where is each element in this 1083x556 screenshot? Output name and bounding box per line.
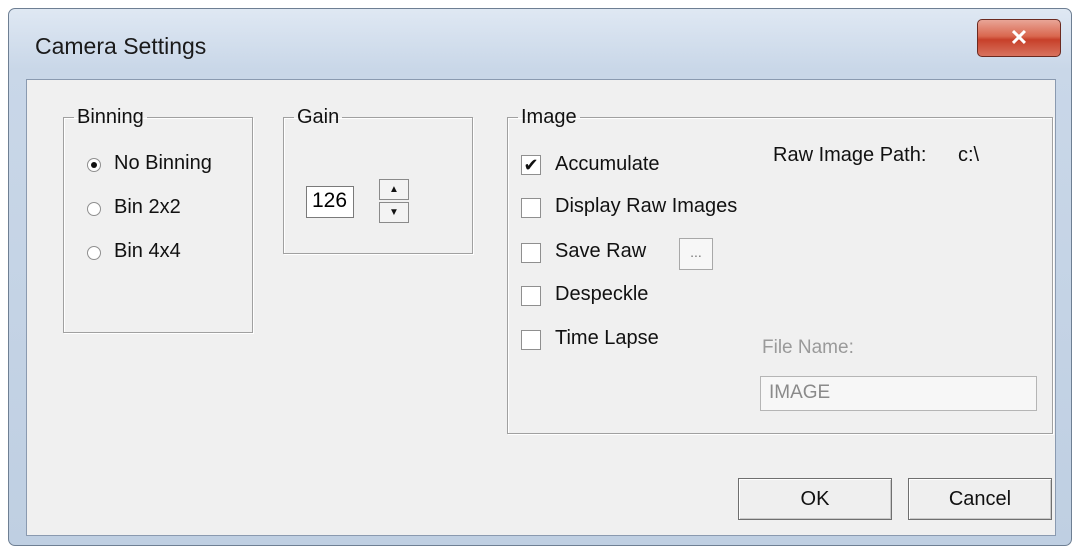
- gain-input[interactable]: 126: [306, 186, 354, 218]
- image-legend: Image: [521, 106, 577, 128]
- title-bar[interactable]: Camera Settings ✕: [9, 9, 1071, 79]
- close-button[interactable]: ✕: [977, 19, 1061, 57]
- raw-image-path-label: Raw Image Path:: [773, 144, 927, 166]
- dialog-client-area: Binning No Binning Bin 2x2 Bin 4x4 Gain …: [26, 79, 1056, 536]
- window-title: Camera Settings: [35, 33, 207, 59]
- radio-no-binning[interactable]: [87, 158, 101, 172]
- display-raw-images-label[interactable]: Display Raw Images: [555, 195, 737, 218]
- gain-group: Gain: [283, 106, 473, 254]
- time-lapse-checkbox[interactable]: [521, 330, 541, 350]
- radio-selected-dot: [91, 162, 97, 168]
- despeckle-label[interactable]: Despeckle: [555, 283, 648, 306]
- arrow-up-icon: ▲: [389, 184, 399, 195]
- close-icon: ✕: [1009, 25, 1029, 50]
- check-mark-icon: ✔: [523, 155, 539, 175]
- binning-group: Binning: [63, 106, 253, 333]
- arrow-down-icon: ▼: [389, 207, 399, 218]
- radio-label-no-binning[interactable]: No Binning: [114, 152, 212, 175]
- cancel-button[interactable]: Cancel: [908, 478, 1052, 520]
- file-name-input[interactable]: IMAGE: [760, 376, 1037, 411]
- accumulate-checkbox[interactable]: ✔: [521, 155, 541, 175]
- gain-increase-button[interactable]: ▲: [379, 179, 409, 200]
- radio-label-bin-2x2[interactable]: Bin 2x2: [114, 196, 181, 219]
- browse-button[interactable]: ...: [679, 238, 713, 270]
- gain-legend: Gain: [297, 106, 340, 128]
- ok-button[interactable]: OK: [738, 478, 892, 520]
- time-lapse-label[interactable]: Time Lapse: [555, 327, 659, 350]
- radio-bin-4x4[interactable]: [87, 246, 101, 260]
- gain-decrease-button[interactable]: ▼: [379, 202, 409, 223]
- file-name-label: File Name:: [762, 337, 854, 358]
- display-raw-images-checkbox[interactable]: [521, 198, 541, 218]
- despeckle-checkbox[interactable]: [521, 286, 541, 306]
- dialog-window: Camera Settings ✕ Binning No Binning Bin…: [8, 8, 1072, 546]
- radio-bin-2x2[interactable]: [87, 202, 101, 216]
- binning-legend: Binning: [77, 106, 144, 128]
- save-raw-label[interactable]: Save Raw: [555, 240, 646, 263]
- radio-label-bin-4x4[interactable]: Bin 4x4: [114, 240, 181, 263]
- save-raw-checkbox[interactable]: [521, 243, 541, 263]
- accumulate-label[interactable]: Accumulate: [555, 153, 660, 176]
- raw-image-path-value: c:\: [958, 144, 980, 166]
